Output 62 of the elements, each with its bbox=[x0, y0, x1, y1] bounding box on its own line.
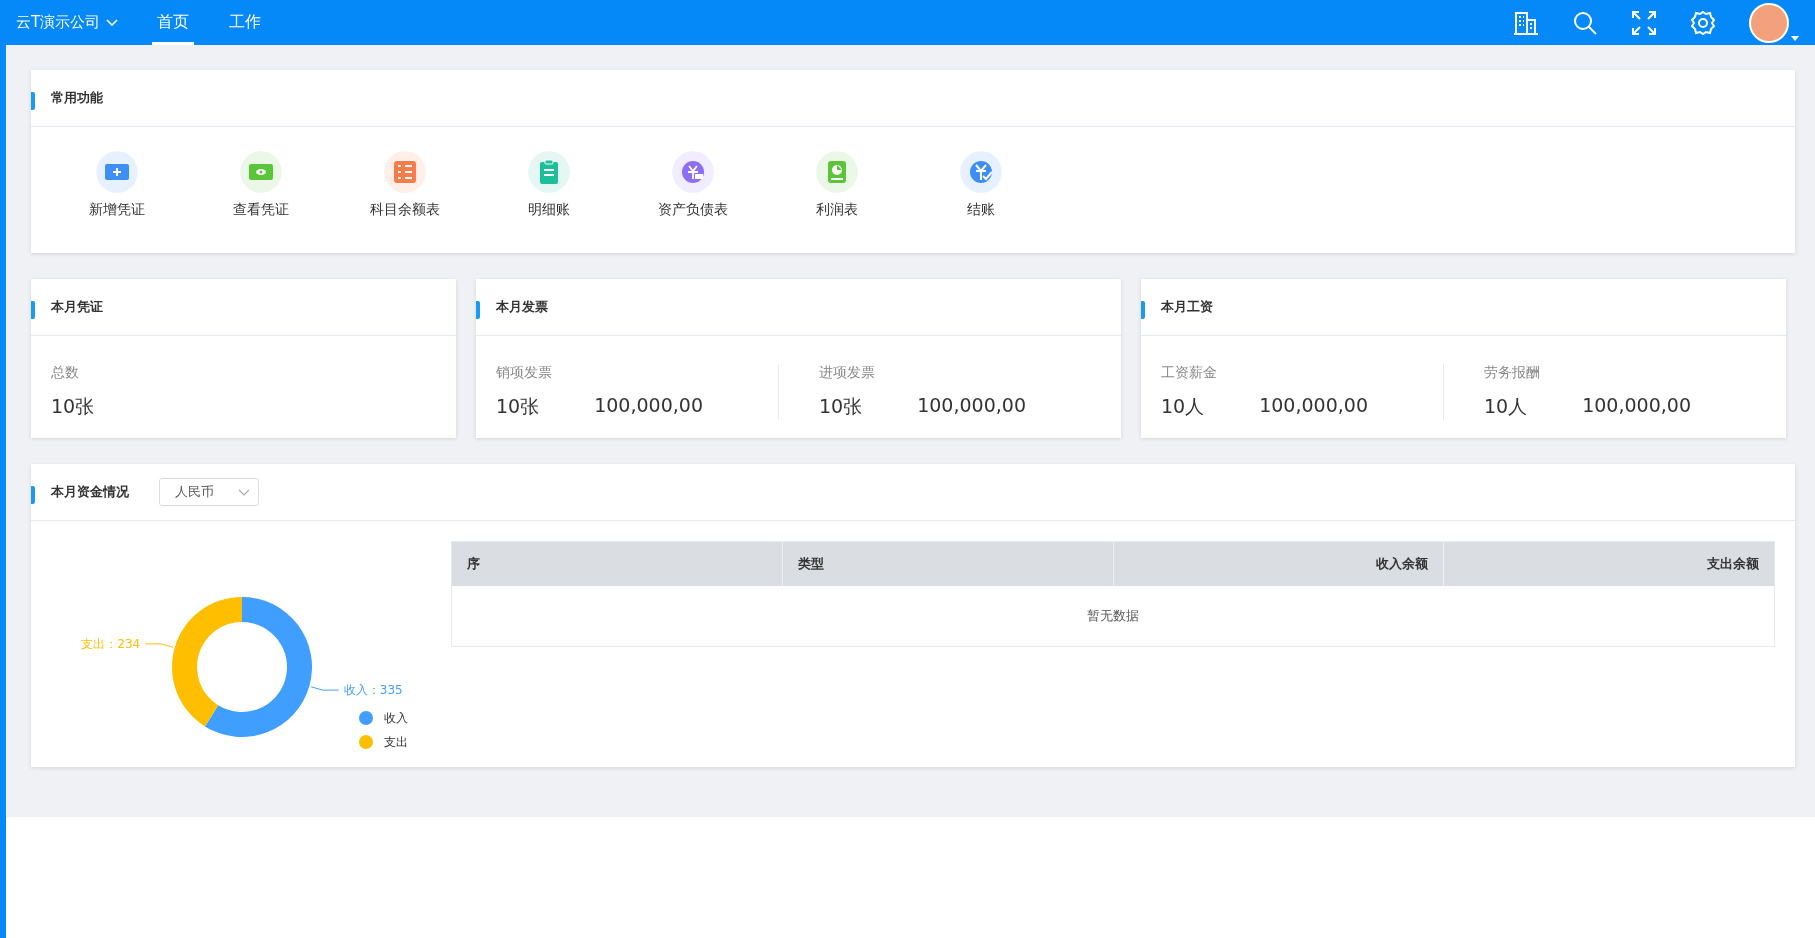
column-header: 类型 bbox=[781, 542, 1113, 586]
shortcut-item[interactable]: 明细账 bbox=[501, 151, 645, 219]
chevron-down-icon bbox=[238, 488, 250, 496]
company-name[interactable]: 云T演示公司 bbox=[16, 13, 101, 32]
stat-label: 工资薪金 bbox=[1161, 364, 1218, 382]
feature-icon bbox=[96, 151, 138, 193]
card-title: 本月发票 bbox=[496, 298, 548, 316]
feature-icon bbox=[816, 151, 858, 193]
title-marker bbox=[476, 301, 480, 319]
currency-select[interactable]: 人民币 bbox=[159, 478, 259, 506]
card-title: 本月资金情况 bbox=[51, 483, 129, 501]
shortcut-item[interactable]: 查看凭证 bbox=[213, 151, 357, 219]
stat-label: 总数 bbox=[51, 364, 80, 382]
title-marker bbox=[31, 301, 35, 319]
title-marker bbox=[31, 92, 35, 110]
feature-icon bbox=[384, 151, 426, 193]
stat-count: 10张 bbox=[496, 394, 540, 419]
caret-icon[interactable] bbox=[106, 18, 119, 27]
shortcut-item[interactable]: 资产负债表 bbox=[645, 151, 789, 219]
shortcut-item[interactable]: 结账 bbox=[933, 151, 1077, 219]
shortcut-item[interactable]: 科目余额表 bbox=[357, 151, 501, 219]
stat-count: 10张 bbox=[51, 394, 95, 419]
feature-icon bbox=[672, 151, 714, 193]
stat-amount: 100,000,00 bbox=[594, 394, 703, 418]
stat-count: 10人 bbox=[1161, 394, 1205, 419]
avatar[interactable] bbox=[1749, 2, 1789, 43]
settings-icon[interactable] bbox=[1690, 9, 1716, 36]
feature-icon bbox=[240, 151, 282, 193]
leader-line bbox=[144, 643, 174, 648]
legend-dot bbox=[359, 735, 373, 749]
stat-label: 劳务报酬 bbox=[1484, 364, 1541, 382]
stat-label: 销项发票 bbox=[496, 364, 553, 382]
legend-dot bbox=[359, 711, 373, 725]
stat-count: 10张 bbox=[819, 394, 863, 419]
leader-line bbox=[310, 686, 340, 691]
legend-label: 支出 bbox=[384, 735, 408, 749]
search-icon[interactable] bbox=[1572, 9, 1598, 36]
feature-icon bbox=[960, 151, 1002, 193]
fullscreen-icon[interactable] bbox=[1631, 9, 1657, 36]
stat-amount: 100,000,00 bbox=[917, 394, 1026, 418]
card-title: 本月工资 bbox=[1161, 298, 1213, 316]
title-marker bbox=[1141, 301, 1145, 319]
empty-text: 暂无数据 bbox=[1086, 607, 1140, 625]
title-marker bbox=[31, 486, 35, 504]
stat-count: 10人 bbox=[1484, 394, 1528, 419]
shortcut-item[interactable]: 利润表 bbox=[789, 151, 933, 219]
data-label: 收入：335 bbox=[343, 683, 403, 698]
column-header: 序 bbox=[466, 555, 481, 573]
building-icon[interactable] bbox=[1513, 9, 1539, 36]
stat-label: 进项发票 bbox=[819, 364, 876, 382]
stat-amount: 100,000,00 bbox=[1259, 394, 1368, 418]
nav-tab[interactable]: 工作 bbox=[224, 0, 267, 45]
shortcut-item[interactable]: 新增凭证 bbox=[69, 151, 213, 219]
caret-icon[interactable] bbox=[1791, 35, 1799, 41]
column-header: 收入余额 bbox=[1112, 542, 1444, 586]
card-title: 常用功能 bbox=[51, 89, 103, 107]
legend-label: 收入 bbox=[384, 711, 408, 725]
stat-amount: 100,000,00 bbox=[1582, 394, 1691, 418]
data-label: 支出：234 bbox=[81, 636, 141, 651]
feature-icon bbox=[528, 151, 570, 193]
card-title: 本月凭证 bbox=[51, 298, 103, 316]
column-header: 支出余额 bbox=[1443, 542, 1774, 586]
